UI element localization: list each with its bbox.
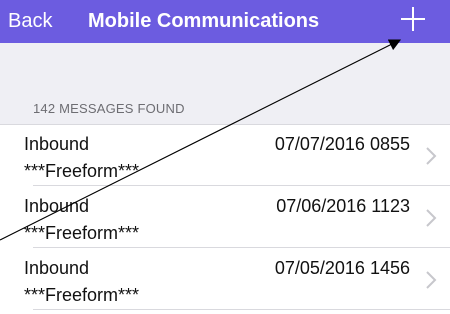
chevron-right-icon xyxy=(426,209,437,227)
list-item[interactable]: Inbound ***Freeform*** 07/06/2016 1123 xyxy=(0,186,450,248)
message-datetime: 07/06/2016 1123 xyxy=(276,196,410,216)
message-type: ***Freeform*** xyxy=(24,223,140,243)
message-datetime: 07/07/2016 0855 xyxy=(274,134,410,154)
message-list: Inbound ***Freeform*** 07/07/2016 0855 I… xyxy=(0,124,450,310)
message-type: ***Freeform*** xyxy=(24,285,140,305)
message-direction: Inbound xyxy=(24,258,90,278)
message-datetime: 07/05/2016 1456 xyxy=(274,258,410,278)
message-count-header: 142 MESSAGES FOUND xyxy=(33,101,185,116)
chevron-right-icon xyxy=(426,271,437,289)
chevron-right-icon xyxy=(426,147,437,165)
plus-icon xyxy=(401,7,425,31)
add-button[interactable] xyxy=(398,4,428,34)
back-button[interactable]: Back xyxy=(8,8,52,34)
divider xyxy=(33,309,450,310)
message-type: ***Freeform*** xyxy=(24,161,140,181)
navigation-bar: Back Mobile Communications xyxy=(0,0,450,43)
divider xyxy=(0,124,450,125)
message-direction: Inbound xyxy=(24,196,90,216)
list-item[interactable]: Inbound ***Freeform*** 07/07/2016 0855 xyxy=(0,124,450,186)
message-direction: Inbound xyxy=(24,134,90,154)
page-title: Mobile Communications xyxy=(88,10,320,32)
list-item[interactable]: Inbound ***Freeform*** 07/05/2016 1456 xyxy=(0,248,450,310)
